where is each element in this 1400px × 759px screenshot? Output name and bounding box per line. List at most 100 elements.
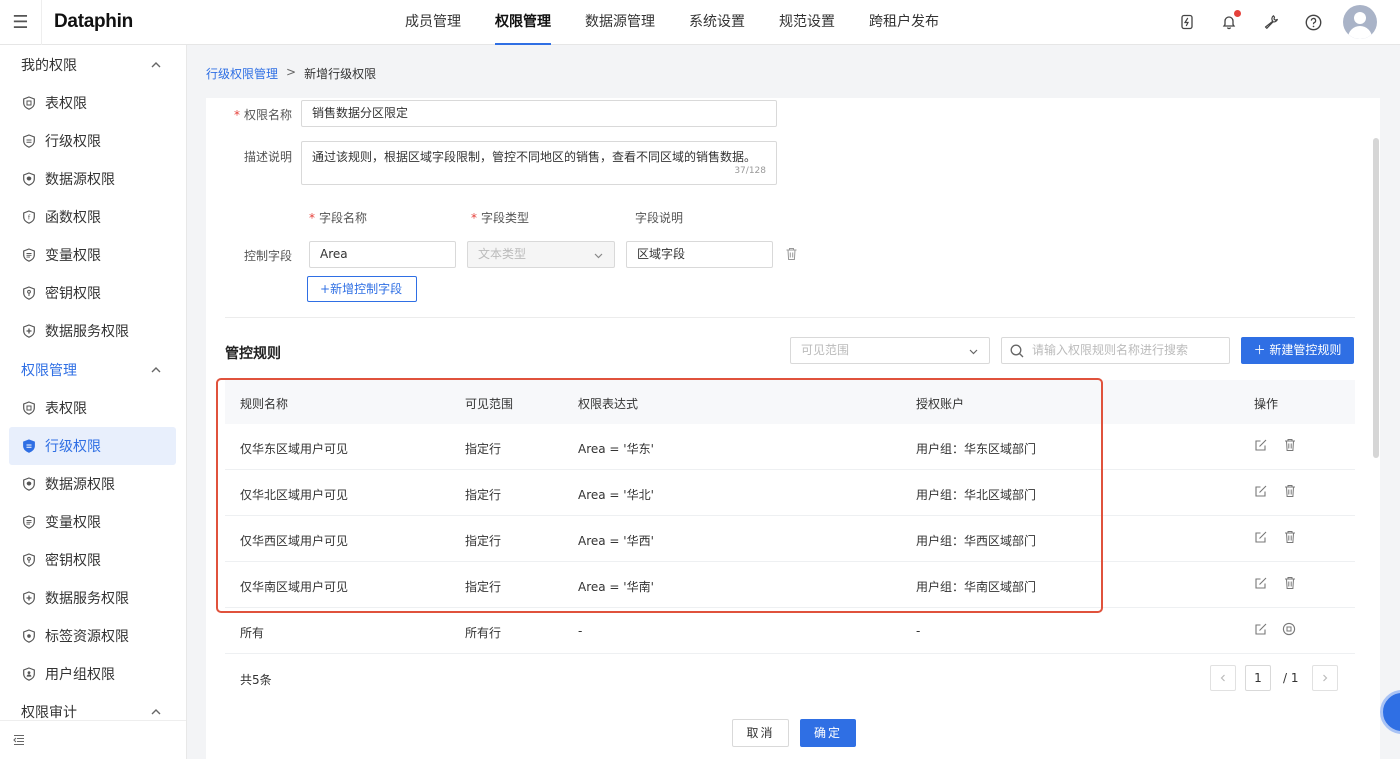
- floating-help-button[interactable]: [1380, 690, 1400, 734]
- sidebar-item-row-level[interactable]: 行级权限: [9, 427, 176, 465]
- svg-text:f: f: [28, 213, 31, 221]
- menu-icon[interactable]: ☰: [0, 0, 42, 45]
- nav-item-system-settings[interactable]: 系统设置: [672, 0, 762, 45]
- top-bar: ☰ Dataphin 成员管理 权限管理 数据源管理 系统设置 规范设置 跨租户…: [0, 0, 1400, 45]
- delete-icon[interactable]: [1283, 530, 1297, 544]
- delete-icon[interactable]: [1283, 484, 1297, 498]
- rule-name: 仅华南区域用户可见: [240, 580, 349, 594]
- sidebar-item-tag-resource[interactable]: 标签资源权限: [9, 617, 176, 655]
- rule-expression: -: [578, 624, 583, 638]
- page-input[interactable]: 1: [1245, 665, 1271, 691]
- shield-icon: [22, 134, 36, 148]
- delete-field-icon[interactable]: [785, 247, 798, 261]
- breadcrumb-link[interactable]: 行级权限管理: [206, 65, 278, 82]
- edit-icon[interactable]: [1254, 576, 1268, 590]
- shield-icon: [22, 172, 36, 186]
- chevron-down-icon: [969, 349, 978, 355]
- rule-search-input[interactable]: 请输入权限规则名称进行搜索: [1001, 337, 1230, 364]
- rule-account: 用户组：华西区域部门: [916, 534, 1037, 548]
- nav-item-cross-tenant[interactable]: 跨租户发布: [852, 0, 956, 45]
- sidebar-item-key[interactable]: 密钥权限: [9, 541, 176, 579]
- add-control-field-button[interactable]: +新增控制字段: [307, 276, 418, 302]
- field-name-input[interactable]: Area: [309, 241, 456, 268]
- col-rule-name: 规则名称: [240, 397, 289, 411]
- sidebar-item-my-dataservice[interactable]: 数据服务权限: [9, 312, 176, 350]
- shield-icon: [22, 248, 36, 262]
- nav-item-members[interactable]: 成员管理: [388, 0, 478, 45]
- permission-name-input[interactable]: 销售数据分区限定: [301, 100, 777, 127]
- delete-icon[interactable]: [1283, 438, 1297, 452]
- sidebar-item-table[interactable]: 表权限: [9, 389, 176, 427]
- app-logo[interactable]: Dataphin: [54, 11, 133, 33]
- prev-page-icon[interactable]: [1210, 665, 1236, 691]
- description-textarea[interactable]: 通过该规则，根据区域字段限制，管控不同地区的销售，查看不同区域的销售数据。 37…: [301, 141, 777, 185]
- edit-icon[interactable]: [1254, 438, 1268, 452]
- chevron-down-icon: [594, 253, 603, 259]
- confirm-button[interactable]: 确定: [800, 719, 856, 747]
- field-desc-input[interactable]: 区域字段: [626, 241, 773, 268]
- wrench-icon[interactable]: [1261, 12, 1281, 32]
- new-rule-button[interactable]: ＋ 新建管控规则: [1241, 337, 1354, 364]
- shield-icon: [22, 515, 36, 529]
- shield-icon: [22, 629, 36, 643]
- chevron-up-icon: [151, 62, 161, 68]
- rule-expression: Area = '华西': [578, 534, 654, 548]
- sidebar-item-my-variable[interactable]: 变量权限: [9, 236, 176, 274]
- sidebar-footer: [0, 720, 186, 759]
- col-scope: 可见范围: [465, 397, 514, 411]
- breadcrumb-current: 新增行级权限: [304, 67, 377, 81]
- scrollbar[interactable]: [1373, 138, 1379, 458]
- nav-item-standards[interactable]: 规范设置: [762, 0, 852, 45]
- notification-dot: [1234, 10, 1241, 17]
- user-avatar[interactable]: [1343, 5, 1377, 39]
- edit-icon[interactable]: [1254, 530, 1268, 544]
- sidebar-item-my-row[interactable]: 行级权限: [9, 122, 176, 160]
- shield-icon: f: [22, 210, 36, 224]
- control-field-label: 控制字段: [243, 249, 292, 263]
- table-row: 仅华南区域用户可见 指定行 Area = '华南' 用户组：华南区域部门: [225, 562, 1355, 608]
- shield-icon: [22, 96, 36, 110]
- char-counter: 37/128: [734, 166, 766, 176]
- section-divider: [225, 317, 1355, 318]
- description-label: 描述说明: [243, 150, 292, 164]
- power-icon[interactable]: [1177, 12, 1197, 32]
- sidebar-item-user-group[interactable]: 用户组权限: [9, 655, 176, 693]
- sidebar-item-my-datasource[interactable]: 数据源权限: [9, 160, 176, 198]
- nav-item-permissions[interactable]: 权限管理: [478, 0, 568, 45]
- sidebar-item-my-table[interactable]: 表权限: [9, 84, 176, 122]
- sidebar-item-my-function[interactable]: f 函数权限: [9, 198, 176, 236]
- shield-icon: [22, 439, 36, 453]
- sidebar-item-my-key[interactable]: 密钥权限: [9, 274, 176, 312]
- table-row: 仅华西区域用户可见 指定行 Area = '华西' 用户组：华西区域部门: [225, 516, 1355, 562]
- table-row: 仅华北区域用户可见 指定行 Area = '华北' 用户组：华北区域部门: [225, 470, 1355, 516]
- cancel-button[interactable]: 取消: [732, 719, 789, 747]
- help-icon[interactable]: [1303, 12, 1323, 32]
- rules-title: 管控规则: [225, 346, 281, 362]
- next-page-icon[interactable]: [1312, 665, 1338, 691]
- sidebar-item-dataservice[interactable]: 数据服务权限: [9, 579, 176, 617]
- field-type-select[interactable]: 文本类型: [467, 241, 615, 268]
- shield-icon: [22, 477, 36, 491]
- sidebar-group-permission-management[interactable]: 权限管理: [0, 351, 186, 389]
- total-count: 共5条: [240, 673, 272, 687]
- sidebar-group-my-permissions[interactable]: 我的权限: [0, 46, 186, 84]
- field-desc-header: 字段说明: [635, 211, 684, 225]
- col-account: 授权账户: [916, 397, 965, 411]
- rule-name: 仅华北区域用户可见: [240, 488, 349, 502]
- delete-icon[interactable]: [1283, 576, 1297, 590]
- field-name-header: * 字段名称: [309, 211, 368, 225]
- sidebar-item-variable[interactable]: 变量权限: [9, 503, 176, 541]
- edit-icon[interactable]: [1254, 484, 1268, 498]
- nav-item-datasource[interactable]: 数据源管理: [568, 0, 672, 45]
- collapse-sidebar-icon[interactable]: [12, 733, 26, 747]
- table-row: 所有 所有行 - -: [225, 608, 1355, 654]
- sidebar-item-datasource[interactable]: 数据源权限: [9, 465, 176, 503]
- page-total: / 1: [1283, 671, 1299, 685]
- disabled-icon[interactable]: [1282, 622, 1296, 636]
- bell-icon[interactable]: [1219, 10, 1241, 32]
- rule-name: 仅华西区域用户可见: [240, 534, 349, 548]
- shield-icon: [22, 401, 36, 415]
- scope-filter-select[interactable]: 可见范围: [790, 337, 990, 364]
- chevron-up-icon: [151, 367, 161, 373]
- edit-icon[interactable]: [1254, 622, 1268, 636]
